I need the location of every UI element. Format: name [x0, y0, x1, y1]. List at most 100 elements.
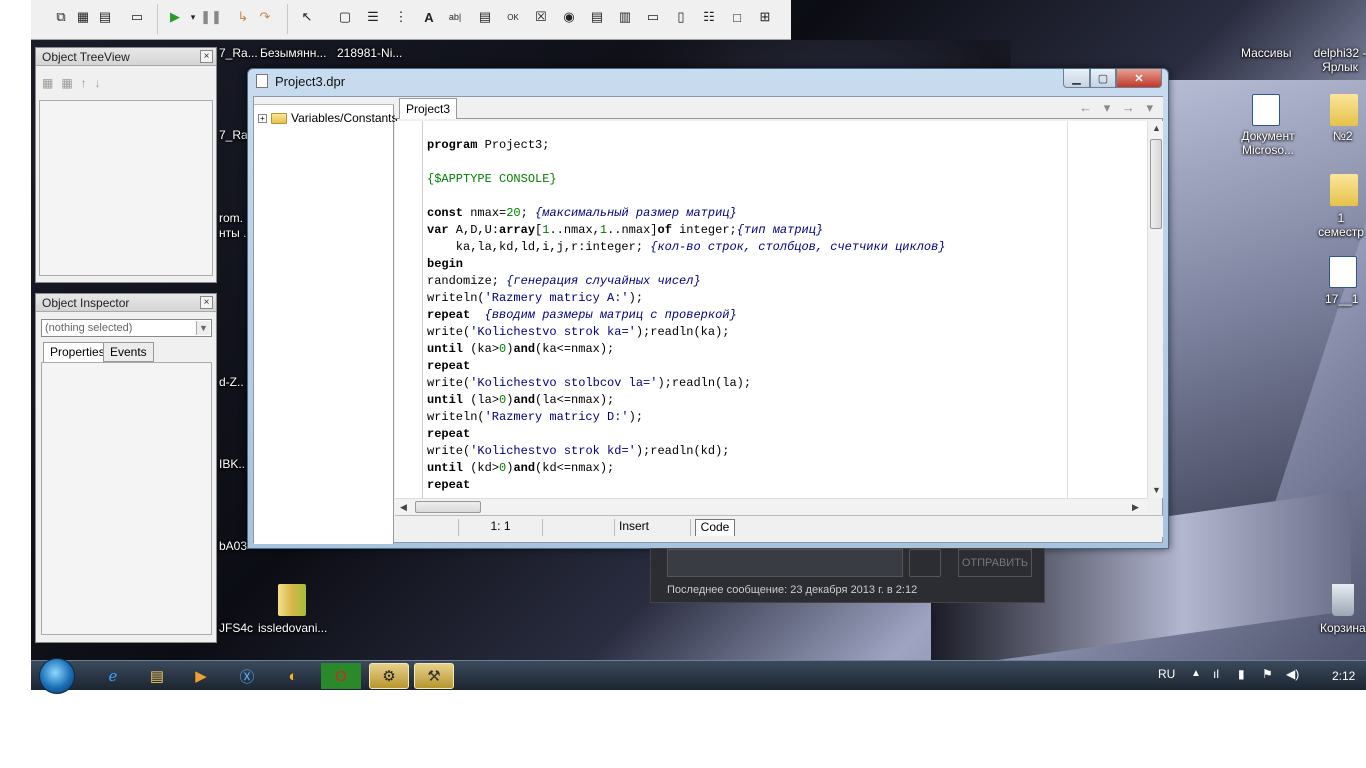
code-line[interactable]: until (la>0)and(la<=nmax); [427, 392, 946, 409]
groupbox-icon[interactable]: ▯ [671, 7, 691, 27]
button-component-icon[interactable]: OK [503, 7, 523, 27]
property-grid[interactable] [41, 362, 212, 635]
label-icon[interactable]: A [419, 7, 439, 27]
code-line[interactable]: writeln('Razmery matricy D:'); [427, 409, 946, 426]
code-line[interactable] [427, 154, 946, 171]
chevron-down-icon[interactable]: ▼ [196, 321, 210, 335]
power-icon[interactable]: ▮ [1238, 667, 1245, 681]
object-selector[interactable]: (nothing selected) ▼ [41, 319, 212, 337]
toggle-form-unit-icon[interactable]: ▭ [127, 7, 147, 27]
new-items-icon[interactable]: ⧉ [51, 7, 71, 27]
show-hidden-icons-icon[interactable]: ▲ [1191, 668, 1201, 679]
combobox-icon[interactable]: ▥ [615, 7, 635, 27]
main-menu-icon[interactable]: ☰ [363, 7, 383, 27]
treeview-toolbar[interactable]: ▦▦↑↓ [42, 76, 109, 90]
browser-icon[interactable]: ◐ [273, 663, 313, 689]
code-editor[interactable]: program Project3; {$APPTYPE CONSOLE} con… [395, 121, 1147, 498]
explorer-header[interactable] [254, 97, 394, 105]
code-line[interactable]: writeln('Razmery matricy A:'); [427, 290, 946, 307]
network-icon[interactable]: ıl [1213, 667, 1219, 681]
tab-code[interactable]: Code [695, 519, 735, 536]
media-player-icon[interactable]: ▶ [181, 663, 221, 689]
source-code[interactable]: program Project3; {$APPTYPE CONSOLE} con… [427, 137, 946, 494]
code-line[interactable]: repeat {вводим размеры матриц с проверко… [427, 307, 946, 324]
language-indicator[interactable]: RU [1158, 667, 1175, 681]
trace-into-icon[interactable]: ↳ [233, 7, 253, 27]
desktop-label[interactable]: Массивы [1241, 46, 1292, 60]
pause-icon[interactable]: ❚❚ [200, 7, 222, 27]
maximize-button[interactable]: ▢ [1090, 69, 1116, 88]
code-line[interactable]: {$APPTYPE CONSOLE} [427, 171, 946, 188]
close-icon[interactable]: × [200, 50, 213, 63]
emoji-icon[interactable] [909, 549, 941, 577]
code-line[interactable] [427, 188, 946, 205]
code-line[interactable]: var A,D,U:array[1..nmax,1..nmax]of integ… [427, 222, 946, 239]
steam-icon[interactable]: ⚙ [369, 663, 409, 689]
code-line[interactable]: until (kd>0)and(kd<=nmax); [427, 460, 946, 477]
tab-properties[interactable]: Properties [43, 342, 112, 362]
folder-icon[interactable] [278, 584, 306, 616]
tab-project3[interactable]: Project3 [399, 98, 458, 119]
desktop-label[interactable]: нты . [219, 226, 246, 240]
folder-icon[interactable] [1330, 94, 1358, 126]
desktop-label[interactable]: 218981-Ni... [337, 46, 402, 60]
checkbox-icon[interactable]: ☒ [531, 7, 551, 27]
scroll-up-icon[interactable]: ▲ [1152, 123, 1161, 133]
panel-icon[interactable]: □ [727, 7, 747, 27]
tab-events[interactable]: Events [103, 342, 154, 362]
code-line[interactable]: repeat [427, 477, 946, 494]
code-line[interactable]: write('Kolichestvo stolbcov la=');readln… [427, 375, 946, 392]
app-icon[interactable]: Ⓧ [227, 663, 267, 689]
desktop-label[interactable]: №2 [1333, 129, 1353, 143]
scrollbar-thumb[interactable] [1150, 139, 1162, 229]
code-line[interactable]: randomize; {генерация случайных чисел} [427, 273, 946, 290]
pointer-icon[interactable]: ↖ [297, 7, 317, 27]
internet-explorer-icon[interactable]: ℯ [93, 663, 133, 689]
delphi-icon[interactable]: ⚒ [414, 663, 454, 689]
radio-button-icon[interactable]: ◉ [559, 7, 579, 27]
desktop-label[interactable]: bA03 [219, 539, 247, 553]
radiogroup-icon[interactable]: ☷ [699, 7, 719, 27]
tree-node[interactable]: + Variables/Constants [258, 111, 398, 125]
actionlist-icon[interactable]: ⊞ [755, 7, 775, 27]
treeview-list[interactable] [39, 100, 213, 276]
navigation-arrows[interactable]: ← ▾ → ▾ [1079, 100, 1157, 116]
code-line[interactable]: repeat [427, 358, 946, 375]
send-button[interactable]: ОТПРАВИТЬ [958, 549, 1032, 577]
code-line[interactable]: write('Kolichestvo strok kd=');readln(kd… [427, 443, 946, 460]
desktop-label[interactable]: 7_Ra... [219, 46, 258, 60]
close-button[interactable]: ✕ [1116, 69, 1162, 88]
memo-icon[interactable]: ▤ [475, 7, 495, 27]
word-doc-icon[interactable] [1329, 256, 1357, 288]
close-icon[interactable]: × [200, 296, 213, 309]
frame-icon[interactable]: ▢ [335, 7, 355, 27]
word-doc-icon[interactable] [1252, 94, 1280, 126]
start-button[interactable] [39, 658, 75, 694]
vertical-scrollbar[interactable]: ▲ ▼ [1147, 121, 1163, 498]
code-line[interactable]: until (ka>0)and(ka<=nmax); [427, 341, 946, 358]
view-units-icon[interactable]: ▦ [73, 7, 93, 27]
popup-menu-icon[interactable]: ⋮ [391, 7, 411, 27]
step-over-icon[interactable]: ↷ [255, 7, 275, 27]
listbox-icon[interactable]: ▤ [587, 7, 607, 27]
run-icon[interactable]: ▶ [165, 7, 185, 27]
horizontal-scrollbar[interactable]: ◀ ▶ [395, 498, 1147, 514]
clock[interactable]: 2:12 [1332, 669, 1355, 683]
code-line[interactable]: program Project3; [427, 137, 946, 154]
scroll-left-icon[interactable]: ◀ [400, 502, 407, 513]
scrollbar-icon[interactable]: ▭ [643, 7, 663, 27]
code-line[interactable]: write('Kolichestvo strok ka=');readln(ka… [427, 324, 946, 341]
desktop-label[interactable]: Безымянн... [260, 46, 326, 60]
expand-icon[interactable]: + [258, 113, 267, 123]
edit-icon[interactable]: ab| [445, 7, 465, 27]
volume-icon[interactable]: ◀) [1286, 667, 1299, 681]
opera-icon[interactable]: O [321, 663, 361, 689]
code-line[interactable]: begin [427, 256, 946, 273]
scroll-down-icon[interactable]: ▼ [1152, 485, 1161, 495]
desktop-label[interactable]: 7_Ra [219, 128, 248, 142]
scroll-right-icon[interactable]: ▶ [1132, 502, 1139, 513]
code-line[interactable]: repeat [427, 426, 946, 443]
desktop-label[interactable]: 17__1 [1325, 292, 1358, 306]
desktop-label[interactable]: d-Z.. [219, 375, 244, 389]
recycle-bin-icon[interactable] [1332, 584, 1354, 616]
